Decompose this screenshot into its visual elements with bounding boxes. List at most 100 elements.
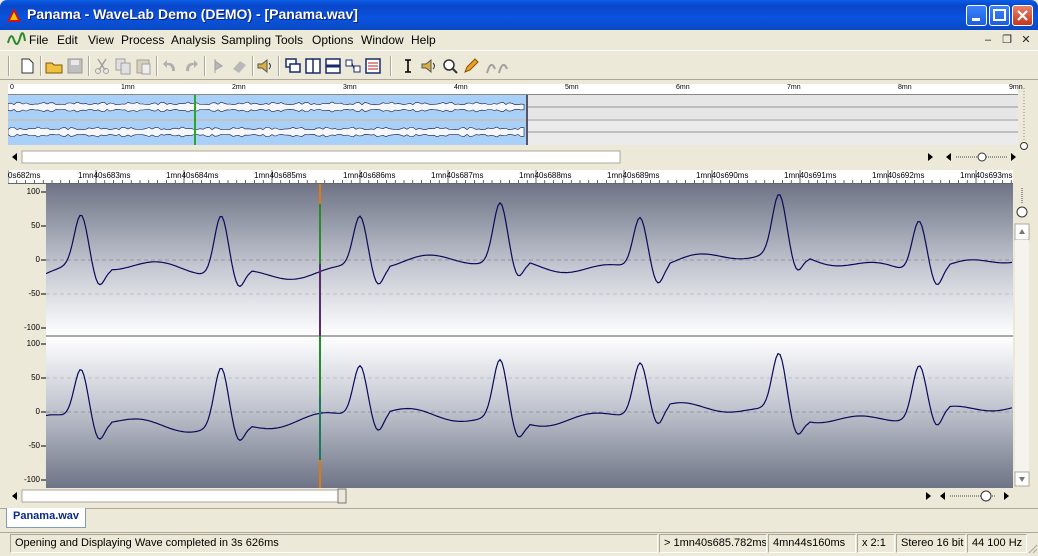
maximize-button[interactable]: [989, 5, 1010, 26]
maximize-icon: [993, 9, 1006, 21]
y-label: 100: [26, 339, 40, 348]
toolbar: [0, 50, 1038, 80]
toolbar-separator: [156, 56, 158, 76]
split-horizontal-icon[interactable]: [324, 57, 342, 75]
ruler-label: 1mn40s691ms: [784, 171, 837, 180]
split-vertical-icon[interactable]: [304, 57, 322, 75]
ruler-label: 0s682ms: [8, 171, 41, 180]
overview-tick-label: 4mn: [454, 84, 468, 91]
status-length: 4mn44s160ms: [768, 534, 856, 553]
status-message: Opening and Displaying Wave completed in…: [10, 534, 658, 553]
ruler-label: 1mn40s687ms: [431, 171, 484, 180]
open-folder-icon[interactable]: [45, 57, 63, 75]
overview-vertical-slider[interactable]: [1018, 84, 1030, 150]
amplitude-axis: 100 50 0 -50 -100 100 50 0 -50 -100: [8, 184, 46, 488]
new-file-icon[interactable]: [18, 57, 36, 75]
menu-help[interactable]: Help: [411, 33, 436, 47]
menu-view[interactable]: View: [88, 33, 114, 47]
toolbar-separator: [278, 56, 280, 76]
ruler-label: 1mn40s685ms: [254, 171, 307, 180]
menu-process[interactable]: Process: [121, 33, 164, 47]
overview-tick-label: 0: [10, 84, 14, 91]
menu-bar: File Edit View Process Analysis Sampling…: [0, 30, 1038, 50]
ruler-label: 1mn40s683ms: [78, 171, 131, 180]
overview-tick-label: 3mn: [343, 84, 357, 91]
undo-icon[interactable]: [161, 57, 179, 75]
save-icon[interactable]: [66, 57, 84, 75]
menu-analysis[interactable]: Analysis: [171, 33, 216, 47]
copy-icon[interactable]: [114, 57, 132, 75]
time-ruler[interactable]: 0s682ms 1mn40s683ms 1mn40s684ms 1mn40s68…: [8, 170, 1013, 184]
redo-icon[interactable]: [182, 57, 200, 75]
scroll-thumb[interactable]: [337, 488, 347, 504]
overview-tick-label: 5mn: [565, 84, 579, 91]
ruler-label: 1mn40s693ms: [960, 171, 1013, 180]
menu-sampling[interactable]: Sampling: [221, 33, 271, 47]
windows-cascade-icon[interactable]: [284, 57, 302, 75]
overview-scrollbar[interactable]: [8, 150, 1018, 164]
zoom-tool-icon[interactable]: [441, 57, 459, 75]
arrange-icon[interactable]: [344, 57, 362, 75]
y-label: 50: [31, 221, 40, 230]
tab-panama-wav[interactable]: Panama.wav: [6, 508, 87, 528]
overview-tick-label: 6mn: [676, 84, 690, 91]
play-tool-icon-2[interactable]: [483, 57, 519, 75]
paste-icon[interactable]: [134, 57, 152, 75]
overview-cursor[interactable]: [194, 95, 196, 145]
menu-file[interactable]: File: [29, 33, 48, 47]
overview-ruler[interactable]: 0 1mn 2mn 3mn 4mn 5mn 6mn 7mn 8mn 9mn: [8, 84, 1023, 95]
menu-options[interactable]: Options: [312, 33, 353, 47]
status-format: Stereo 16 bit: [896, 534, 966, 553]
ruler-corner: [1014, 170, 1030, 184]
ruler-label: 1mn40s688ms: [519, 171, 572, 180]
y-label: -100: [23, 475, 40, 484]
toolbar-separator: [390, 56, 392, 76]
ruler-label: 1mn40s692ms: [872, 171, 925, 180]
y-label: -50: [28, 289, 40, 298]
status-cursor-position: > 1mn40s685.782ms: [659, 534, 767, 553]
toolbar-separator: [88, 56, 90, 76]
toolbar-separator: [40, 56, 42, 76]
mdi-restore-button[interactable]: ❐: [999, 33, 1015, 47]
window-title: Panama - WaveLab Demo (DEMO) - [Panama.w…: [27, 6, 358, 22]
close-icon: [1017, 10, 1028, 21]
minimize-button[interactable]: [966, 5, 987, 26]
erase-icon[interactable]: [230, 57, 248, 75]
speaker-icon[interactable]: [256, 57, 274, 75]
scroll-track[interactable]: [21, 489, 345, 503]
toolbar-separator: [8, 56, 10, 76]
resize-grip-icon[interactable]: [1026, 542, 1038, 554]
play-tool-icon[interactable]: [209, 57, 227, 75]
ruler-label: 1mn40s684ms: [166, 171, 219, 180]
overview-tick-label: 8mn: [898, 84, 912, 91]
cursor-tool-icon[interactable]: [399, 57, 417, 75]
overview-tick-label: 2mn: [232, 84, 246, 91]
menu-edit[interactable]: Edit: [57, 33, 78, 47]
pencil-tool-icon[interactable]: [462, 57, 480, 75]
menu-tools[interactable]: Tools: [275, 33, 303, 47]
mdi-minimize-button[interactable]: –: [980, 33, 996, 47]
y-label: -100: [23, 323, 40, 332]
close-button[interactable]: [1012, 5, 1033, 26]
menu-window[interactable]: Window: [361, 33, 404, 47]
wavelab-app-icon[interactable]: [6, 7, 22, 23]
speaker-tool-icon[interactable]: [420, 57, 438, 75]
status-zoom: x 2:1: [857, 534, 895, 553]
horizontal-scrollbar[interactable]: [8, 488, 1030, 504]
document-wave-icon[interactable]: [6, 31, 26, 49]
ruler-label: 1mn40s690ms: [696, 171, 749, 180]
y-label: 100: [26, 187, 40, 196]
overview-tick-label: 1mn: [121, 84, 135, 91]
list-icon[interactable]: [364, 57, 382, 75]
toolbar-separator: [204, 56, 206, 76]
vertical-zoom-scrollbar[interactable]: [1014, 184, 1030, 488]
minimize-icon: [972, 18, 980, 21]
y-label: -50: [28, 441, 40, 450]
y-label: 50: [31, 373, 40, 382]
mdi-close-button[interactable]: ✕: [1018, 33, 1034, 47]
overview-waveform[interactable]: [8, 95, 1018, 145]
cut-icon[interactable]: [93, 57, 111, 75]
overview-tick-label: 7mn: [787, 84, 801, 91]
waveform-view[interactable]: [46, 184, 1013, 488]
toolbar-separator: [252, 56, 254, 76]
